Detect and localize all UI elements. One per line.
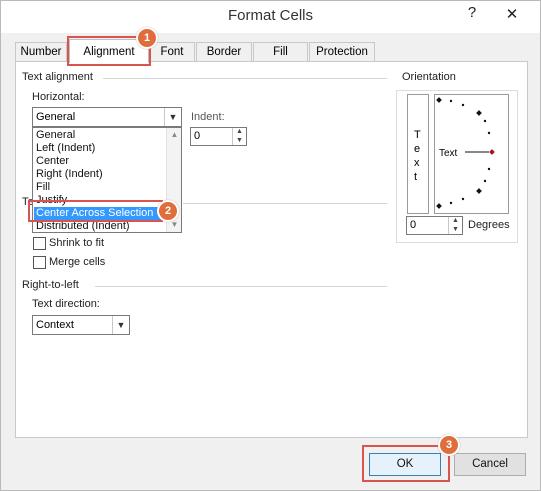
dial-text-label: Text [439, 148, 458, 159]
degrees-spinner[interactable]: 0 ▲ ▼ [406, 216, 463, 235]
text-direction-dropdown[interactable]: Context ▼ [32, 315, 130, 335]
indent-spin-buttons[interactable]: ▲ ▼ [232, 128, 246, 145]
indent-spinner[interactable]: 0 ▲ ▼ [190, 127, 247, 146]
tab-fill[interactable]: Fill [253, 42, 308, 62]
format-cells-dialog: Format Cells ? ✕ Number Alignment Font B… [0, 0, 541, 491]
orientation-dial[interactable]: Text [434, 94, 509, 214]
cancel-button[interactable]: Cancel [454, 453, 526, 476]
spin-up-icon[interactable]: ▲ [233, 128, 246, 137]
spin-down-icon[interactable]: ▼ [449, 226, 462, 235]
shrink-to-fit-label: Shrink to fit [49, 237, 105, 249]
merge-cells-label: Merge cells [49, 256, 106, 268]
horizontal-dropdown[interactable]: General ▼ [32, 107, 182, 127]
option-fill[interactable]: Fill [34, 181, 166, 194]
tab-number[interactable]: Number [15, 42, 67, 62]
vertical-letter: x [414, 157, 420, 169]
dialog-title: Format Cells [227, 7, 313, 24]
step-badge-3: 3 [438, 434, 460, 456]
option-left-indent[interactable]: Left (Indent) [34, 142, 166, 155]
chevron-down-icon[interactable]: ▼ [112, 316, 129, 334]
vertical-letter: T [414, 129, 421, 141]
option-right-indent[interactable]: Right (Indent) [34, 168, 166, 181]
orientation-heading: Orientation [402, 71, 456, 83]
option-center[interactable]: Center [34, 155, 166, 168]
close-button[interactable]: ✕ [490, 3, 534, 27]
text-alignment-separator [103, 78, 387, 79]
degrees-value: 0 [410, 219, 417, 231]
help-button[interactable]: ? [463, 4, 481, 24]
shrink-to-fit-checkbox[interactable] [33, 237, 46, 250]
scroll-up-icon[interactable]: ▲ [167, 128, 182, 142]
horizontal-label: Horizontal: [32, 91, 85, 103]
vertical-letter: t [414, 171, 418, 183]
tab-font[interactable]: Font [149, 42, 195, 62]
text-control-separator [183, 203, 387, 204]
option-general[interactable]: General [34, 129, 166, 142]
spin-up-icon[interactable]: ▲ [449, 217, 462, 226]
right-to-left-heading: Right-to-left [22, 279, 79, 291]
callout-box-center-across-selection [28, 200, 163, 222]
degrees-spin-buttons[interactable]: ▲ ▼ [448, 217, 462, 234]
text-alignment-heading: Text alignment [22, 71, 93, 83]
vertical-letter: e [414, 143, 421, 155]
tab-protection[interactable]: Protection [309, 42, 375, 62]
indent-label: Indent: [191, 111, 225, 123]
merge-cells-checkbox[interactable] [33, 256, 46, 269]
step-badge-2: 2 [157, 200, 179, 222]
step-badge-1: 1 [136, 27, 158, 49]
chevron-down-icon[interactable]: ▼ [164, 108, 181, 126]
orientation-dial-graphic: Text [436, 97, 495, 209]
title-bar: Format Cells ? ✕ [1, 1, 540, 33]
callout-box-ok-button [362, 445, 450, 482]
right-to-left-separator [95, 286, 387, 287]
vertical-text-button[interactable]: T e x t [407, 94, 429, 214]
horizontal-value: General [36, 111, 76, 123]
tab-border[interactable]: Border [196, 42, 252, 62]
degrees-label: Degrees [468, 219, 510, 231]
spin-down-icon[interactable]: ▼ [233, 137, 246, 146]
text-direction-label: Text direction: [32, 298, 100, 310]
text-direction-value: Context [36, 319, 74, 331]
indent-value: 0 [194, 130, 201, 142]
